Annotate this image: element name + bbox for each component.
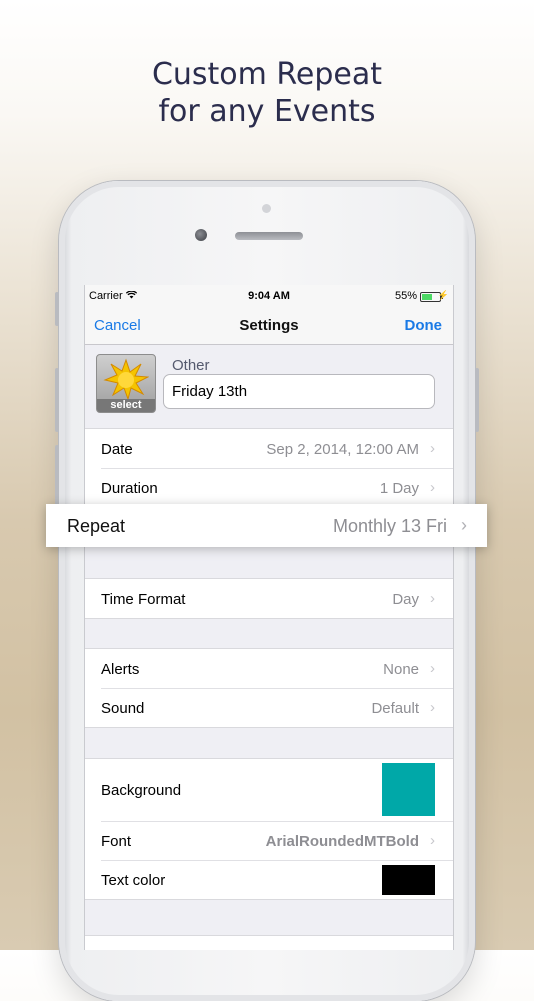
- phone-screen: Carrier 9:04 AM 55% ⚡ Cancel Settings Do…: [84, 285, 454, 950]
- repeat-value: Monthly 13 Fri: [332, 516, 447, 536]
- charging-bolt-icon: ⚡: [437, 290, 449, 300]
- chevron-right-icon: ›: [430, 699, 435, 716]
- text-color-row[interactable]: Text color: [85, 860, 453, 899]
- background-row[interactable]: Background: [85, 759, 453, 821]
- appearance-group: Background Font ArialRoundedMTBold › Tex…: [85, 758, 453, 900]
- duration-label: Duration: [101, 480, 158, 497]
- date-label: Date: [101, 441, 133, 458]
- font-label: Font: [101, 833, 132, 850]
- chevron-right-icon: ›: [430, 832, 435, 849]
- time-format-label: Time Format: [101, 591, 186, 608]
- status-bar: Carrier 9:04 AM 55% ⚡: [85, 285, 453, 307]
- alerts-group: Alerts None › Sound Default ›: [85, 648, 453, 728]
- headline-line-2: for any Events: [158, 94, 376, 129]
- chevron-right-icon: ›: [430, 590, 435, 607]
- repeat-row-highlight[interactable]: Repeat Monthly 13 Fri ›: [46, 504, 487, 547]
- sound-label: Sound: [101, 700, 145, 717]
- next-group: [85, 935, 453, 950]
- chevron-right-icon: ›: [430, 660, 435, 677]
- done-button[interactable]: Done: [405, 317, 443, 334]
- text-color-label: Text color: [101, 872, 166, 889]
- alerts-label: Alerts: [101, 661, 140, 678]
- power-button: [475, 368, 479, 432]
- chevron-right-icon: ›: [430, 440, 435, 457]
- date-row[interactable]: Date Sep 2, 2014, 12:00 AM ›: [85, 429, 453, 468]
- repeat-label: Repeat: [67, 516, 126, 536]
- background-label: Background: [101, 782, 182, 799]
- proximity-sensor: [262, 204, 271, 213]
- sun-burst-icon: [103, 358, 149, 400]
- date-value: Sep 2, 2014, 12:00 AM: [266, 441, 419, 458]
- event-icon-picker[interactable]: select: [96, 354, 156, 413]
- duration-value: 1 Day: [379, 480, 419, 497]
- earpiece-speaker: [235, 232, 303, 240]
- sound-row[interactable]: Sound Default ›: [85, 688, 453, 727]
- font-value: ArialRoundedMTBold: [265, 833, 419, 850]
- navigation-bar: Cancel Settings Done: [85, 307, 453, 345]
- chevron-right-icon: ›: [461, 515, 467, 535]
- chevron-right-icon: ›: [430, 479, 435, 496]
- battery-percentage: 55%: [394, 290, 417, 302]
- front-camera: [195, 229, 207, 241]
- time-format-row[interactable]: Time Format Day ›: [85, 579, 453, 618]
- time-format-group: Time Format Day ›: [85, 578, 453, 619]
- battery-fill: [422, 294, 433, 300]
- nav-title: Settings: [239, 317, 299, 334]
- duration-row[interactable]: Duration 1 Day ›: [85, 468, 453, 507]
- headline: Custom Repeat for any Events: [0, 56, 534, 130]
- volume-down-button: [55, 445, 59, 509]
- sound-value: Default: [371, 700, 419, 717]
- alerts-row[interactable]: Alerts None ›: [85, 649, 453, 688]
- event-name-input[interactable]: [163, 374, 435, 409]
- select-label: select: [97, 399, 155, 412]
- headline-line-1: Custom Repeat: [151, 57, 383, 92]
- event-type-label: Other: [172, 357, 210, 374]
- text-color-swatch[interactable]: [382, 865, 435, 895]
- event-header: select Other: [85, 345, 453, 427]
- mute-switch: [55, 292, 59, 326]
- font-row[interactable]: Font ArialRoundedMTBold ›: [85, 821, 453, 860]
- background-color-swatch[interactable]: [382, 763, 435, 816]
- time-format-value: Day: [392, 591, 419, 608]
- alerts-value: None: [383, 661, 419, 678]
- volume-up-button: [55, 368, 59, 432]
